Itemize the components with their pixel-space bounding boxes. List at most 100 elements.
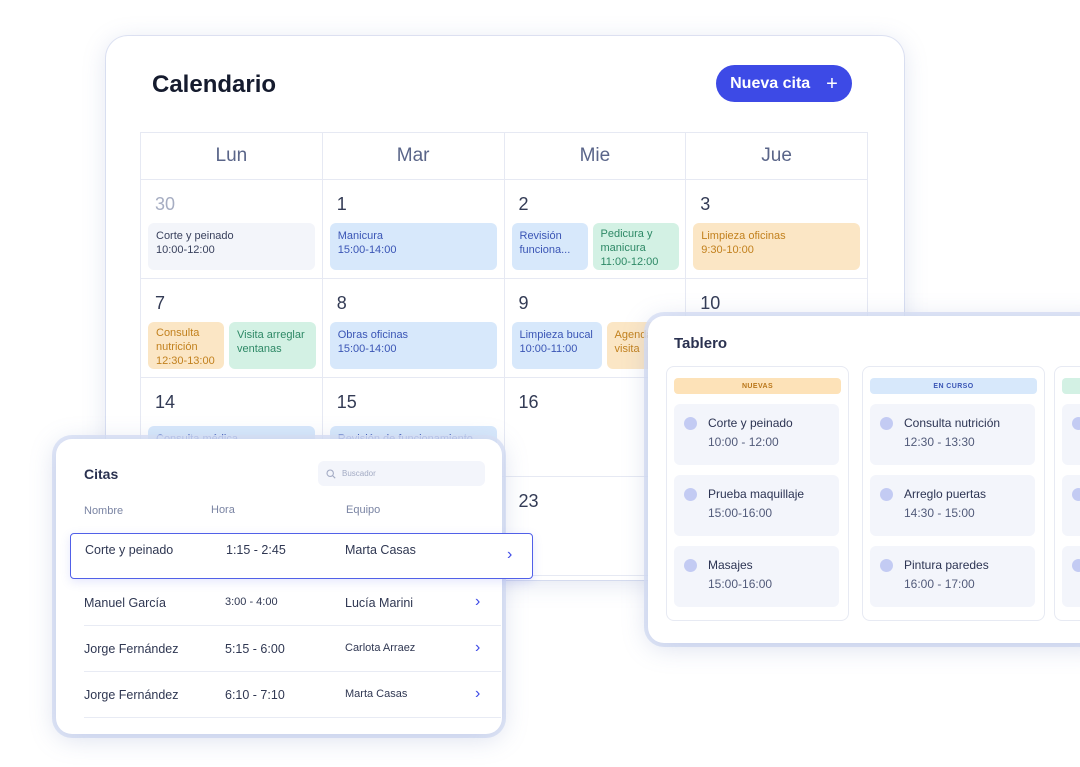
task-status-icon	[880, 559, 893, 572]
task-name: Masajes	[708, 558, 753, 572]
day-number: 9	[518, 293, 529, 313]
task-status-icon	[684, 417, 697, 430]
calendar-event[interactable]: Limpieza oficinas 9:30-10:00	[693, 223, 860, 270]
day-number: 14	[155, 392, 176, 412]
row-hour: 6:10 - 7:10	[225, 688, 285, 702]
day-number: 1	[336, 194, 347, 214]
board-panel: Tablero NUEVAS Corte y peinado 10:00 - 1…	[648, 316, 1080, 643]
table-row[interactable]: Jorge Fernández 6:10 - 7:10 Marta Casas …	[84, 672, 501, 718]
task-name: Prueba maquillaje	[708, 487, 805, 501]
search-box[interactable]	[318, 461, 485, 486]
day-number: 2	[518, 194, 529, 214]
board-task[interactable]: Arreglo puertas 14:30 - 15:00	[870, 475, 1035, 536]
plus-icon: +	[826, 72, 838, 95]
column-badge: EN CURSO	[870, 378, 1037, 394]
calendar-title: Calendario	[152, 71, 277, 98]
task-time: 12:30 - 13:30	[904, 435, 975, 449]
day-number: 23	[518, 491, 539, 511]
row-team: Marta Casas	[345, 543, 416, 557]
search-input[interactable]	[342, 469, 462, 478]
row-team: Lucía Marini	[345, 596, 414, 610]
day-number: 15	[336, 392, 357, 412]
day-cell[interactable]: 2 Revisión funciona... Pedicura y manicu…	[504, 180, 687, 279]
task-name: Arreglo puertas	[904, 487, 987, 501]
board-title: Tablero	[674, 335, 728, 352]
column-header-name: Nombre	[84, 505, 124, 517]
task-status-icon	[1072, 488, 1080, 501]
row-team: Carlota Arraez	[345, 642, 416, 654]
board-task[interactable]	[1062, 475, 1080, 536]
board-task[interactable]: Consulta nutrición 12:30 - 13:30	[870, 404, 1035, 465]
calendar-event[interactable]: Visita arreglar ventanas	[229, 322, 316, 369]
table-row[interactable]: Jorge Fernández 5:15 - 6:00 Carlota Arra…	[84, 626, 501, 672]
task-status-icon	[1072, 559, 1080, 572]
board-task[interactable]	[1062, 546, 1080, 607]
chevron-right-icon[interactable]: ›	[475, 639, 480, 657]
new-appointment-button[interactable]: Nueva cita +	[716, 65, 852, 102]
task-time: 10:00 - 12:00	[708, 435, 779, 449]
board-task[interactable]: Masajes 15:00-16:00	[674, 546, 839, 607]
board-task[interactable]	[1062, 404, 1080, 465]
row-name: Corte y peinado	[85, 543, 174, 557]
day-number: 3	[700, 194, 711, 214]
table-row-selected[interactable]: Corte y peinado 1:15 - 2:45 Marta Casas …	[70, 533, 533, 579]
calendar-event[interactable]: Revisión funciona...	[511, 223, 588, 270]
weekday-wed: Mie	[504, 133, 687, 180]
task-time: 15:00-16:00	[708, 506, 773, 520]
day-cell[interactable]: 8 Obras oficinas 15:00-14:00	[322, 279, 505, 378]
day-number: 16	[518, 392, 539, 412]
chevron-right-icon[interactable]: ›	[475, 593, 480, 611]
day-number: 30	[155, 194, 176, 214]
task-time: 16:00 - 17:00	[904, 577, 975, 591]
board-task[interactable]: Corte y peinado 10:00 - 12:00	[674, 404, 839, 465]
calendar-event[interactable]: Consulta nutrición 12:30-13:00	[148, 322, 224, 369]
weekday-tue: Mar	[322, 133, 505, 180]
weekday-mon: Lun	[141, 133, 323, 180]
appointments-panel: Citas Nombre Hora Equipo Manuel García 3…	[56, 439, 502, 734]
table-row[interactable]: Manuel García 3:00 - 4:00 Lucía Marini ›	[84, 580, 501, 626]
calendar-event[interactable]: Obras oficinas 15:00-14:00	[329, 322, 497, 369]
day-number: 8	[336, 293, 347, 313]
appointments-title: Citas	[84, 466, 119, 482]
row-name: Manuel García	[84, 596, 166, 610]
day-cell[interactable]: 30 Corte y peinado 10:00-12:00	[141, 180, 323, 279]
day-cell[interactable]: 1 Manicura 15:00-14:00	[322, 180, 505, 279]
calendar-event[interactable]: Limpieza bucal 10:00-11:00	[511, 322, 602, 369]
search-icon	[326, 468, 336, 479]
task-name: Consulta nutrición	[904, 416, 1001, 430]
day-cell[interactable]: 7 Consulta nutrición 12:30-13:00 Visita …	[141, 279, 323, 378]
task-name: Pintura paredes	[904, 558, 989, 572]
weekday-header: Lun Mar Mie Jue	[141, 133, 868, 180]
board-column-new: NUEVAS Corte y peinado 10:00 - 12:00 Pru…	[666, 366, 849, 621]
chevron-right-icon[interactable]: ›	[507, 546, 512, 564]
calendar-event[interactable]: Manicura 15:00-14:00	[329, 223, 497, 270]
board-task[interactable]: Prueba maquillaje 15:00-16:00	[674, 475, 839, 536]
row-hour: 3:00 - 4:00	[225, 596, 278, 608]
column-badge: NUEVAS	[674, 378, 841, 394]
row-hour: 1:15 - 2:45	[226, 543, 286, 557]
task-status-icon	[880, 417, 893, 430]
row-name: Jorge Fernández	[84, 688, 179, 702]
board-column-in-progress: EN CURSO Consulta nutrición 12:30 - 13:3…	[862, 366, 1045, 621]
task-status-icon	[1072, 417, 1080, 430]
day-cell[interactable]: 3 Limpieza oficinas 9:30-10:00	[686, 180, 868, 279]
task-time: 14:30 - 15:00	[904, 506, 975, 520]
row-name: Jorge Fernández	[84, 642, 179, 656]
week-row: 30 Corte y peinado 10:00-12:00 1 Manicur…	[141, 180, 868, 279]
task-name: Corte y peinado	[708, 416, 793, 430]
row-hour: 5:15 - 6:00	[225, 642, 285, 656]
new-appointment-label: Nueva cita	[730, 74, 811, 92]
board-column-done	[1054, 366, 1080, 621]
task-status-icon	[684, 559, 697, 572]
calendar-event[interactable]: Corte y peinado 10:00-12:00	[148, 223, 315, 270]
day-number: 10	[700, 293, 721, 313]
column-header-hour: Hora	[211, 504, 235, 516]
row-team: Marta Casas	[345, 688, 408, 700]
task-status-icon	[684, 488, 697, 501]
board-task[interactable]: Pintura paredes 16:00 - 17:00	[870, 546, 1035, 607]
calendar-event[interactable]: Pedicura y manicura 11:00-12:00	[592, 223, 680, 270]
day-number: 7	[155, 293, 166, 313]
column-badge	[1062, 378, 1080, 394]
chevron-right-icon[interactable]: ›	[475, 685, 480, 703]
task-time: 15:00-16:00	[708, 577, 773, 591]
